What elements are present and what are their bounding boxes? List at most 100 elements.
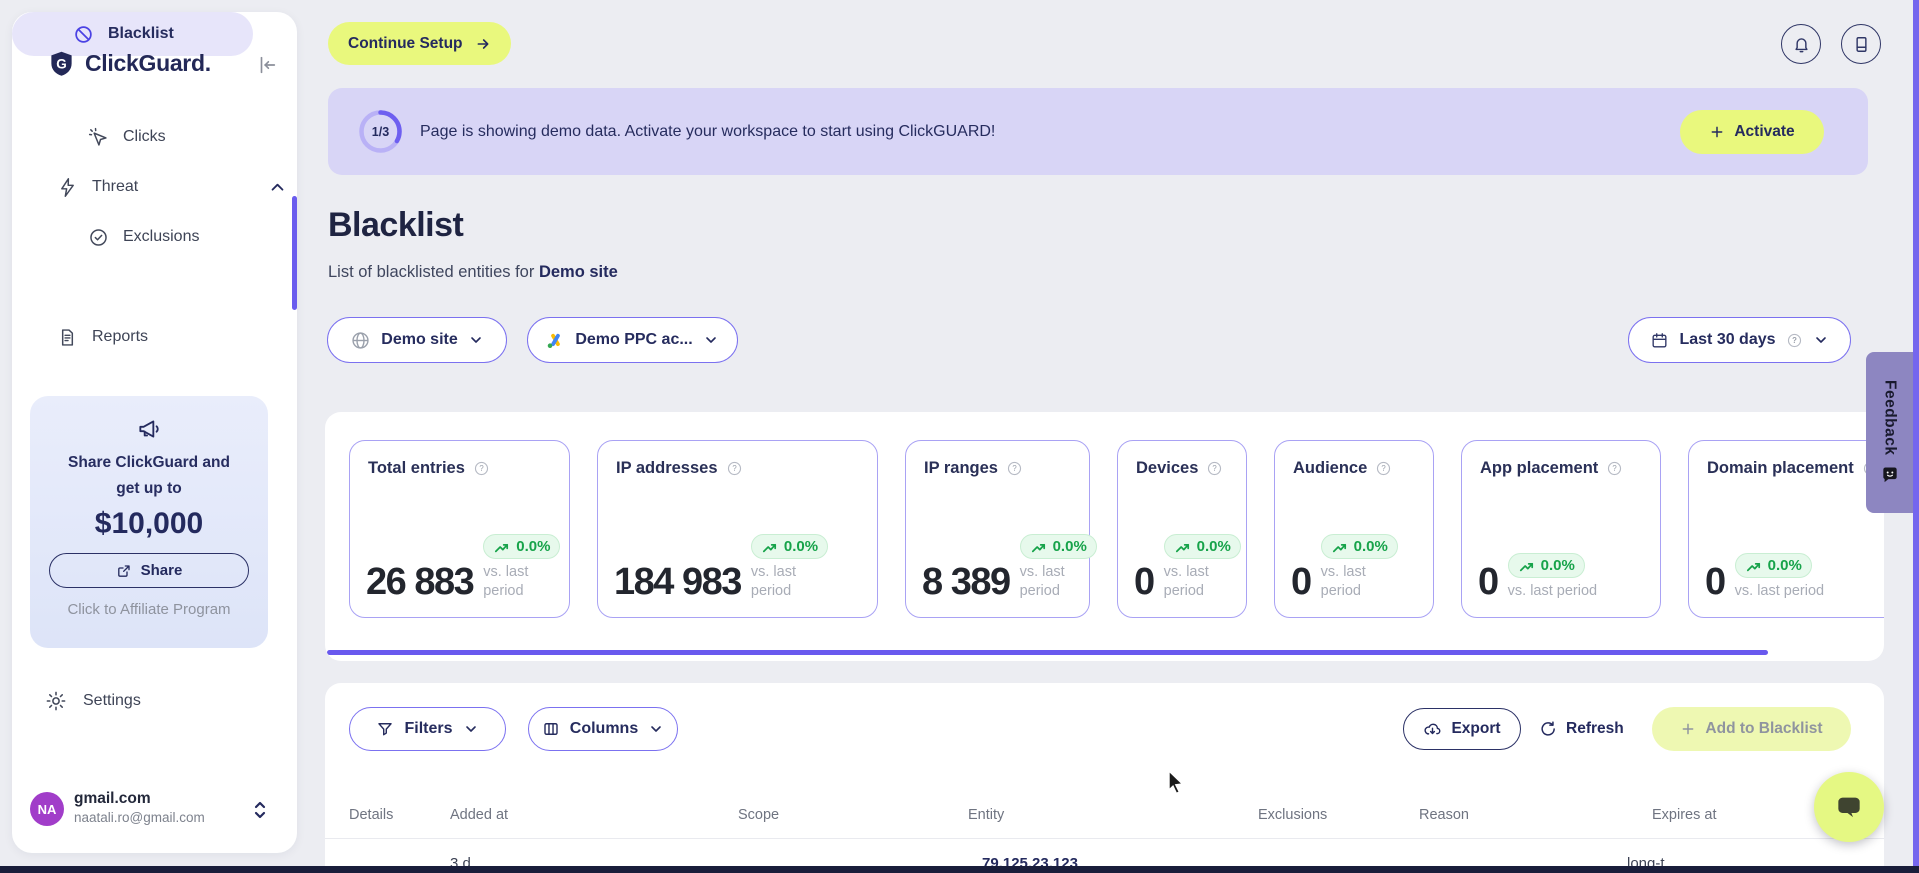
document-report-icon <box>57 327 78 348</box>
stat-caption: vs. last period <box>750 564 796 600</box>
refresh-button[interactable]: Refresh <box>1539 708 1624 750</box>
plus-icon <box>1709 124 1725 140</box>
sidebar-collapse-icon[interactable] <box>256 54 278 76</box>
filters-button[interactable]: Filters <box>349 707 506 751</box>
stat-caption: vs. last period <box>483 564 529 600</box>
help-icon[interactable]: ? <box>1606 460 1623 477</box>
columns-button[interactable]: Columns <box>528 707 678 751</box>
stat-value: 0 <box>1134 561 1155 603</box>
lightning-threat-icon <box>57 177 78 198</box>
column-header-scope: Scope <box>738 807 780 823</box>
stat-delta: 0.0% <box>1353 538 1388 556</box>
help-icon[interactable]: ? <box>726 460 743 477</box>
stat-card-ip-ranges: IP ranges ? 8 389 0.0% vs. last period <box>905 440 1097 618</box>
trend-up-icon <box>1745 559 1762 573</box>
sidebar-item-label: Threat <box>92 178 139 195</box>
sidebar-item-threat[interactable]: Threat <box>57 173 284 201</box>
page-vertical-scrollbar[interactable] <box>1913 0 1919 873</box>
stat-caption: vs. last period <box>1163 564 1209 600</box>
add-to-blacklist-button[interactable]: Add to Blacklist <box>1652 707 1851 751</box>
workspace-name: gmail.com <box>74 790 151 807</box>
stat-delta: 0.0% <box>516 538 551 556</box>
stat-delta: 0.0% <box>1767 557 1802 575</box>
settings-label: Settings <box>83 692 141 709</box>
columns-icon <box>542 720 560 738</box>
sidebar-item-label: Exclusions <box>123 228 200 245</box>
sidebar-item-label: Reports <box>92 328 149 345</box>
docs-button[interactable] <box>1841 24 1881 64</box>
external-link-icon <box>116 563 132 579</box>
chat-launcher-button[interactable] <box>1814 772 1884 842</box>
blacklist-table-panel: Filters Columns Export Refresh Add to Bl… <box>325 683 1884 873</box>
stat-card-ip-addresses: IP addresses ? 184 983 0.0% vs. last per… <box>597 440 878 618</box>
help-icon[interactable]: ? <box>1006 460 1023 477</box>
book-icon <box>1852 35 1871 54</box>
help-icon[interactable]: ? <box>473 460 490 477</box>
stat-caption: vs. last period <box>1019 564 1065 600</box>
svg-text:?: ? <box>1213 464 1218 473</box>
stat-label: Devices <box>1136 459 1199 477</box>
chevron-down-icon <box>468 332 484 348</box>
cursor-clicks-icon <box>88 127 109 148</box>
cards-horizontal-scrollbar[interactable] <box>327 650 1768 655</box>
stat-label: Total entries <box>368 459 465 477</box>
share-button[interactable]: Share <box>49 553 249 589</box>
continue-setup-button[interactable]: Continue Setup <box>328 22 511 65</box>
help-icon[interactable]: ? <box>1375 460 1392 477</box>
workspace-switcher[interactable]: NA gmail.com naatali.ro@gmail.com <box>30 790 280 834</box>
stat-card-total-entries: Total entries ? 26 883 0.0% vs. last per… <box>349 440 570 618</box>
trend-up-icon <box>1518 559 1535 573</box>
stat-label: Audience <box>1293 459 1368 477</box>
ppc-account-value: Demo PPC ac... <box>575 331 693 348</box>
activate-button[interactable]: Activate <box>1680 110 1824 154</box>
sidebar-item-settings[interactable]: Settings <box>45 690 141 712</box>
subtitle-site-name: Demo site <box>538 263 618 281</box>
trend-up-icon <box>1331 540 1348 554</box>
chevron-updown-icon[interactable] <box>252 798 268 822</box>
stat-label: IP ranges <box>924 459 998 477</box>
page-subtitle: List of blacklisted entities for Demo si… <box>328 263 618 281</box>
stat-card-domain-placement: Domain placement ? 0 0.0% vs. last perio… <box>1688 440 1884 618</box>
badge-check-icon <box>88 227 109 248</box>
date-range-value: Last 30 days <box>1679 331 1776 348</box>
column-header-added-at: Added at <box>450 807 509 823</box>
stat-caption: vs. last period <box>1734 583 1825 600</box>
site-selector[interactable]: Demo site <box>327 317 507 363</box>
banner-message: Page is showing demo data. Activate your… <box>420 122 996 140</box>
sidebar-item-exclusions[interactable]: Exclusions <box>88 223 199 251</box>
stat-card-app-placement: App placement ? 0 0.0% vs. last period <box>1461 440 1661 618</box>
column-header-details: Details <box>349 807 394 823</box>
sidebar-scrollbar[interactable] <box>292 196 297 310</box>
trend-up-icon <box>1030 540 1047 554</box>
sidebar-item-reports[interactable]: Reports <box>57 323 148 351</box>
table-header-divider <box>325 838 1884 839</box>
stat-value: 0 <box>1478 561 1499 603</box>
affiliate-link[interactable]: Click to Affiliate Program <box>67 601 230 618</box>
stat-value: 184 983 <box>614 561 742 603</box>
feedback-tab[interactable]: Feedback <box>1866 352 1913 513</box>
site-selector-value: Demo site <box>381 331 458 348</box>
date-range-selector[interactable]: Last 30 days ? <box>1628 317 1851 363</box>
plus-icon <box>1680 721 1696 737</box>
shield-logo-icon: G <box>48 50 75 77</box>
avatar: NA <box>30 792 64 826</box>
stat-card-devices: Devices ? 0 0.0% vs. last period <box>1117 440 1247 618</box>
svg-text:?: ? <box>1382 464 1387 473</box>
column-header-expires-at: Expires at <box>1652 807 1717 823</box>
sidebar-item-label: Blacklist <box>108 25 174 42</box>
svg-text:?: ? <box>732 464 737 473</box>
help-icon[interactable]: ? <box>1786 332 1803 349</box>
ban-icon <box>73 24 94 45</box>
trend-up-icon <box>761 540 778 554</box>
user-email: naatali.ro@gmail.com <box>74 810 205 825</box>
export-button[interactable]: Export <box>1403 708 1521 750</box>
ppc-account-selector[interactable]: Demo PPC ac... <box>527 317 738 363</box>
help-icon[interactable]: ? <box>1206 460 1223 477</box>
demo-data-banner: 1/3 Page is showing demo data. Activate … <box>328 88 1868 175</box>
stat-caption: vs. last period <box>1320 564 1366 600</box>
chevron-up-icon[interactable] <box>269 179 286 196</box>
app-window: G ClickGuard. Clicks Threat Exclusions B… <box>0 0 1919 873</box>
notifications-button[interactable] <box>1781 24 1821 64</box>
sidebar-item-clicks[interactable]: Clicks <box>88 123 166 151</box>
column-header-exclusions: Exclusions <box>1258 807 1328 823</box>
